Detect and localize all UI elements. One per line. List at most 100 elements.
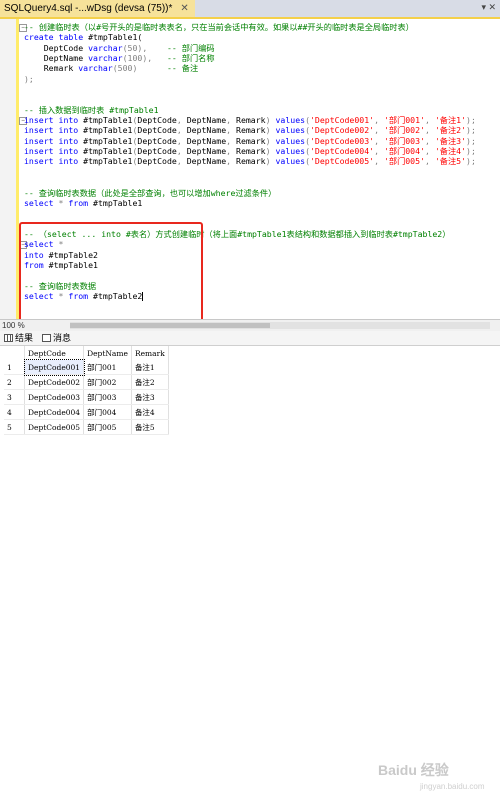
- code-line[interactable]: [24, 94, 494, 104]
- row-number[interactable]: 1: [4, 360, 25, 375]
- watermark-logo: Baidu 经验: [378, 762, 449, 778]
- code-token: Remark: [231, 146, 266, 157]
- code-token: values: [275, 156, 306, 167]
- code-line[interactable]: [24, 177, 494, 187]
- table-cell[interactable]: DeptCode001: [23, 359, 85, 376]
- table-cell[interactable]: 部门001: [83, 360, 132, 375]
- code-line[interactable]: select * from #tmpTable1: [24, 198, 494, 208]
- code-line[interactable]: insert into #tmpTable1(DeptCode, DeptNam…: [24, 146, 494, 156]
- code-token: values: [275, 146, 306, 157]
- code-token: DeptName: [181, 125, 227, 136]
- code-token: -- 查询临时表数据（此处是全部查询，也可以增加where过滤条件）: [24, 187, 277, 198]
- code-line[interactable]: -- 插入数据到临时表 #tmpTable1: [24, 105, 494, 115]
- table-cell[interactable]: DeptCode003: [24, 389, 85, 405]
- code-token: ,: [424, 156, 435, 167]
- code-token: ,: [374, 135, 384, 146]
- code-token: '备注3': [434, 135, 467, 146]
- results-tabbar: 结果 消息: [0, 331, 500, 346]
- code-token: );: [466, 125, 476, 136]
- code-line[interactable]: DeptName varchar(100), -- 部门名称: [24, 53, 494, 63]
- table-row[interactable]: 1 DeptCode001 部门001 备注1: [4, 359, 169, 376]
- grid-icon: [4, 334, 13, 342]
- code-line[interactable]: DeptCode varchar(50), -- 部门编码: [24, 43, 494, 53]
- column-header[interactable]: Remark: [131, 346, 169, 360]
- scrollbar-thumb[interactable]: [70, 323, 270, 328]
- horizontal-scrollbar[interactable]: [70, 322, 490, 329]
- code-token: );: [466, 115, 476, 126]
- tab-results[interactable]: 结果: [4, 332, 33, 344]
- code-token: insert: [24, 156, 54, 167]
- code-token: '备注5': [434, 156, 467, 167]
- code-line[interactable]: [24, 167, 494, 177]
- code-line[interactable]: insert into #tmpTable1(DeptCode, DeptNam…: [24, 156, 494, 166]
- code-token: ,: [424, 135, 435, 146]
- table-cell[interactable]: 部门005: [83, 419, 132, 435]
- code-token: -- 插入数据到临时表 #tmpTable1: [24, 104, 159, 115]
- code-token: DeptCode: [137, 135, 177, 146]
- code-token: #tmpTable1: [78, 156, 133, 167]
- code-line[interactable]: [24, 208, 494, 218]
- code-token: Remark: [231, 156, 266, 167]
- code-token: ,: [424, 115, 435, 126]
- table-cell[interactable]: 备注4: [131, 404, 169, 420]
- table-cell[interactable]: 备注5: [131, 419, 169, 435]
- code-line[interactable]: -- 创建临时表（以#号开头的是临时表表名，只在当前会话中有效。如果以##开头的…: [24, 22, 494, 32]
- table-cell[interactable]: DeptCode004: [24, 404, 85, 420]
- row-number-header: [4, 346, 25, 360]
- code-line[interactable]: [24, 84, 494, 94]
- code-line[interactable]: create table #tmpTable1(: [24, 32, 494, 42]
- zoom-level[interactable]: 100 %: [2, 320, 25, 331]
- column-header[interactable]: DeptName: [83, 346, 132, 360]
- code-line[interactable]: insert into #tmpTable1(DeptCode, DeptNam…: [24, 125, 494, 135]
- table-row[interactable]: 3 DeptCode003 部门003 备注3: [4, 389, 169, 405]
- column-header[interactable]: DeptCode: [24, 346, 85, 360]
- query-editor[interactable]: − − − -- 创建临时表（以#号开头的是临时表表名，只在当前会话中有效。如果…: [0, 19, 500, 399]
- row-number[interactable]: 3: [4, 389, 25, 405]
- tab-sqlquery4[interactable]: SQLQuery4.sql -...wDsg (devsa (75))* ✕: [0, 0, 195, 17]
- code-token: into: [58, 156, 79, 167]
- table-row[interactable]: 4 DeptCode004 部门004 备注4: [4, 404, 169, 420]
- table-cell[interactable]: 备注2: [131, 374, 169, 390]
- code-line[interactable]: insert into #tmpTable1(DeptCode, DeptNam…: [24, 136, 494, 146]
- code-token: DeptName: [24, 53, 89, 64]
- table-cell[interactable]: 部门004: [83, 404, 132, 420]
- table-cell[interactable]: 部门003: [83, 389, 132, 405]
- table-cell[interactable]: DeptCode005: [24, 419, 85, 435]
- grid-header-row: DeptCode DeptName Remark: [4, 346, 169, 360]
- table-cell[interactable]: 备注3: [131, 389, 169, 405]
- tab-overflow-icon[interactable]: ▾ ✕: [481, 2, 496, 13]
- code-token: (500): [112, 63, 138, 74]
- code-line[interactable]: Remark varchar(500) -- 备注: [24, 63, 494, 73]
- results-grid[interactable]: DeptCode DeptName Remark 1 DeptCode001 部…: [0, 346, 500, 791]
- code-token: values: [275, 135, 306, 146]
- row-number[interactable]: 2: [4, 374, 25, 390]
- code-token: create: [24, 32, 54, 43]
- code-token: insert: [24, 135, 54, 146]
- row-number[interactable]: 5: [4, 419, 25, 435]
- code-token: DeptName: [181, 115, 227, 126]
- code-token: DeptCode: [137, 125, 177, 136]
- row-number[interactable]: 4: [4, 404, 25, 420]
- code-line[interactable]: insert into #tmpTable1(DeptCode, DeptNam…: [24, 115, 494, 125]
- code-token: into: [58, 115, 79, 126]
- code-line[interactable]: -- 查询临时表数据（此处是全部查询，也可以增加where过滤条件）: [24, 188, 494, 198]
- code-token: Remark: [24, 63, 79, 74]
- close-icon[interactable]: ✕: [180, 0, 188, 17]
- code-token: Remark: [231, 125, 266, 136]
- code-token: DeptCode: [137, 146, 177, 157]
- code-line[interactable]: );: [24, 74, 494, 84]
- table-row[interactable]: 5 DeptCode005 部门005 备注5: [4, 419, 169, 435]
- code-token: DeptName: [181, 135, 227, 146]
- table-cell[interactable]: 备注1: [131, 360, 169, 375]
- tab-messages[interactable]: 消息: [42, 332, 71, 344]
- table-row[interactable]: 2 DeptCode002 部门002 备注2: [4, 374, 169, 390]
- table-cell[interactable]: 部门002: [83, 374, 132, 390]
- code-token: varchar: [88, 53, 123, 64]
- code-token: #tmpTable1: [78, 146, 133, 157]
- code-token: -- 创建临时表（以#号开头的是临时表表名，只在当前会话中有效。如果以##开头的…: [24, 22, 414, 32]
- code-token: ,: [374, 146, 384, 157]
- code-token: from: [68, 197, 89, 208]
- watermark-url: jingyan.baidu.com: [420, 782, 485, 791]
- table-cell[interactable]: DeptCode002: [24, 374, 85, 390]
